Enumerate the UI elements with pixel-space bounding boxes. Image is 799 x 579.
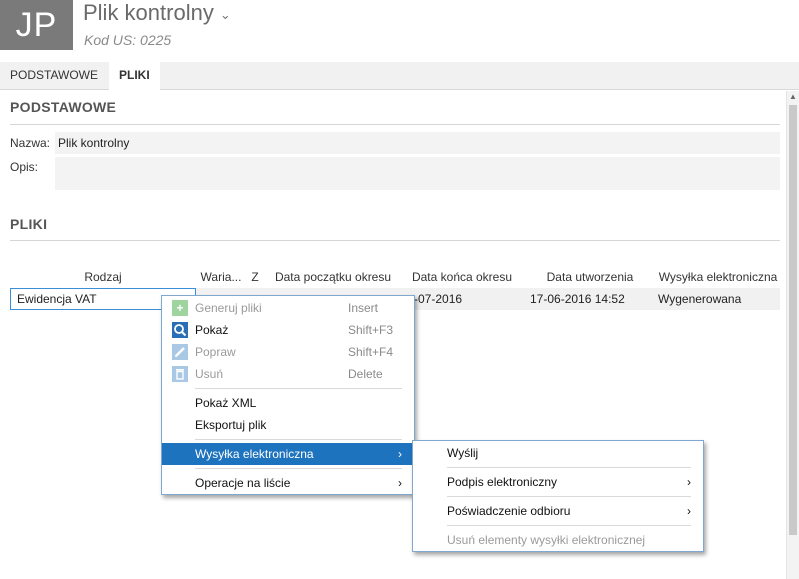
column-header-data-konca[interactable]: Data końca okresu: [402, 270, 522, 284]
menu-item-wysylka-elektroniczna[interactable]: Wysyłka elektroniczna ›: [162, 443, 414, 465]
menu-item-pokaz[interactable]: Pokaż Shift+F3: [162, 319, 414, 341]
menu-separator: [195, 388, 402, 389]
tab-podstawowe[interactable]: PODSTAWOWE: [0, 62, 108, 90]
plus-icon: +: [172, 300, 188, 316]
menu-item-podpis-elektroniczny[interactable]: Podpis elektroniczny ›: [413, 471, 703, 493]
chevron-down-icon[interactable]: ⌄: [220, 7, 231, 23]
description-field[interactable]: [55, 157, 780, 190]
vertical-scrollbar[interactable]: ▲: [786, 91, 799, 579]
column-header-wariant[interactable]: Waria...: [198, 270, 244, 284]
menu-separator: [195, 439, 402, 440]
menu-separator: [195, 468, 402, 469]
menu-separator: [447, 496, 691, 497]
menu-item-pokaz-xml[interactable]: Pokaż XML: [162, 392, 414, 414]
column-header-data-utworzenia[interactable]: Data utworzenia: [526, 270, 654, 284]
menu-item-wyslij[interactable]: Wyślij: [413, 442, 703, 464]
edit-icon: [172, 344, 188, 360]
cell-data-utworzenia[interactable]: 17-06-2016 14:52: [526, 288, 654, 310]
chevron-right-icon: ›: [398, 447, 402, 461]
menu-item-operacje-na-liscie[interactable]: Operacje na liście ›: [162, 472, 414, 494]
record-title[interactable]: Plik kontrolny ⌄: [83, 0, 231, 26]
name-label: Nazwa:: [10, 136, 51, 150]
menu-item-usun-elementy-wysylki[interactable]: Usuń elementy wysyłki elektronicznej: [413, 529, 703, 551]
menu-item-poswiadczenie-odbioru[interactable]: Poświadczenie odbioru ›: [413, 500, 703, 522]
section-heading-podstawowe: PODSTAWOWE: [10, 99, 117, 115]
avatar: JP: [0, 0, 73, 50]
menu-item-popraw[interactable]: Popraw Shift+F4: [162, 341, 414, 363]
trash-icon: [172, 366, 188, 382]
search-icon: [172, 322, 188, 338]
menu-item-eksportuj-plik[interactable]: Eksportuj plik: [162, 414, 414, 436]
record-title-text: Plik kontrolny: [83, 0, 214, 25]
column-header-wysylka[interactable]: Wysyłka elektroniczna: [656, 270, 780, 284]
submenu-wysylka: Wyślij Podpis elektroniczny › Poświadcze…: [412, 440, 704, 552]
cell-wysylka[interactable]: Wygenerowana: [654, 288, 780, 310]
name-field[interactable]: Plik kontrolny: [55, 132, 780, 154]
column-header-data-poczatku[interactable]: Data początku okresu: [268, 270, 398, 284]
menu-separator: [447, 467, 691, 468]
scroll-up-icon[interactable]: ▲: [787, 91, 799, 103]
menu-item-generuj-pliki[interactable]: + Generuj pliki Insert: [162, 297, 414, 319]
record-subtitle: Kod US: 0225: [84, 32, 172, 48]
menu-separator: [447, 525, 691, 526]
menu-item-usun[interactable]: Usuń Delete: [162, 363, 414, 385]
section-divider: [10, 124, 780, 125]
cell-data-konca[interactable]: -07-2016: [410, 288, 522, 310]
chevron-right-icon: ›: [687, 504, 691, 518]
column-header-z[interactable]: Z: [246, 270, 264, 284]
description-label: Opis:: [10, 160, 39, 174]
chevron-right-icon: ›: [687, 475, 691, 489]
tab-bar: PODSTAWOWE PLIKI: [0, 62, 799, 91]
tab-pliki[interactable]: PLIKI: [109, 62, 160, 91]
section-heading-pliki: PLIKI: [10, 216, 48, 232]
section-divider: [10, 240, 780, 241]
column-header-rodzaj[interactable]: Rodzaj: [10, 270, 196, 284]
grid-header: Rodzaj Waria... Z Data początku okresu D…: [10, 268, 780, 286]
chevron-right-icon: ›: [398, 476, 402, 490]
scroll-thumb[interactable]: [789, 105, 797, 535]
context-menu: + Generuj pliki Insert Pokaż Shift+F3 Po…: [161, 295, 415, 495]
